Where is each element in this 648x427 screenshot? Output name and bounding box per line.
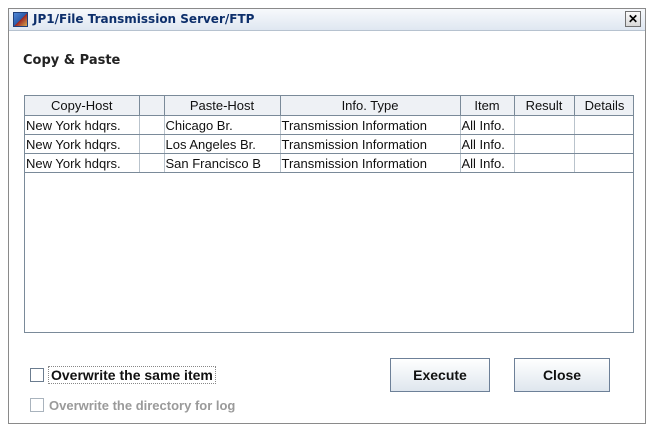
overwrite-log-dir-label: Overwrite the directory for log: [49, 397, 236, 413]
cell-item: All Info.: [460, 153, 515, 173]
dialog-window: JP1/File Transmission Server/FTP ✕ Copy …: [8, 8, 646, 424]
title-bar[interactable]: JP1/File Transmission Server/FTP ✕: [9, 9, 645, 31]
transfer-table[interactable]: Copy-Host Paste-Host Info. Type Item Res…: [24, 95, 634, 333]
app-icon: [13, 12, 28, 27]
overwrite-log-dir-checkbox: [30, 398, 44, 412]
column-header-paste-host[interactable]: Paste-Host: [164, 96, 281, 116]
cell-result: [514, 134, 575, 154]
column-header-copy-host[interactable]: Copy-Host: [25, 96, 140, 116]
column-header-blank[interactable]: [139, 96, 165, 116]
column-header-item[interactable]: Item: [460, 96, 515, 116]
window-title: JP1/File Transmission Server/FTP: [33, 12, 255, 26]
cell-blank: [139, 134, 165, 154]
overwrite-log-dir-option: Overwrite the directory for log: [30, 396, 235, 414]
cell-item: All Info.: [460, 134, 515, 154]
cell-copy-host: New York hdqrs.: [25, 134, 140, 154]
close-button[interactable]: Close: [514, 358, 610, 392]
execute-button[interactable]: Execute: [390, 358, 490, 392]
overwrite-same-item-checkbox[interactable]: [30, 368, 44, 382]
section-title: Copy & Paste: [23, 53, 121, 68]
cell-blank: [139, 153, 165, 173]
cell-details: [574, 115, 633, 135]
cell-item: All Info.: [460, 115, 515, 135]
table-row[interactable]: New York hdqrs. Los Angeles Br. Transmis…: [25, 134, 633, 154]
cell-copy-host: New York hdqrs.: [25, 115, 140, 135]
overwrite-same-item-label[interactable]: Overwrite the same item: [48, 366, 216, 384]
cell-details: [574, 153, 633, 173]
cell-paste-host: Chicago Br.: [164, 115, 281, 135]
cell-result: [514, 153, 575, 173]
cell-info-type: Transmission Information: [280, 153, 461, 173]
column-header-info-type[interactable]: Info. Type: [280, 96, 461, 116]
cell-result: [514, 115, 575, 135]
overwrite-same-item-option[interactable]: Overwrite the same item: [30, 366, 216, 384]
cell-paste-host: San Francisco B: [164, 153, 281, 173]
table-row[interactable]: New York hdqrs. Chicago Br. Transmission…: [25, 115, 633, 135]
cell-details: [574, 134, 633, 154]
cell-info-type: Transmission Information: [280, 134, 461, 154]
cell-paste-host: Los Angeles Br.: [164, 134, 281, 154]
column-header-details[interactable]: Details: [574, 96, 633, 116]
column-header-result[interactable]: Result: [514, 96, 575, 116]
cell-copy-host: New York hdqrs.: [25, 153, 140, 173]
cell-blank: [139, 115, 165, 135]
close-icon[interactable]: ✕: [625, 11, 641, 27]
cell-info-type: Transmission Information: [280, 115, 461, 135]
table-row[interactable]: New York hdqrs. San Francisco B Transmis…: [25, 153, 633, 173]
table-header-row: Copy-Host Paste-Host Info. Type Item Res…: [25, 96, 633, 116]
